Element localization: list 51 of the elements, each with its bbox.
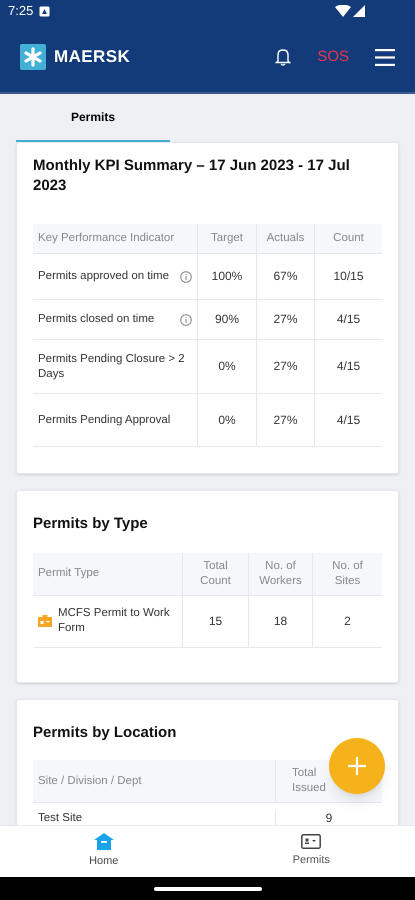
id-card-icon bbox=[301, 834, 322, 850]
home-icon bbox=[94, 833, 114, 850]
home-indicator[interactable] bbox=[154, 886, 262, 890]
info-icon[interactable] bbox=[180, 270, 192, 282]
table-cell: 4/15 bbox=[336, 412, 360, 428]
table-cell: 67% bbox=[273, 269, 298, 284]
table-cell: 4/15 bbox=[336, 312, 360, 327]
column-header: Actuals bbox=[256, 224, 314, 253]
brand-name: MAERSK bbox=[54, 46, 130, 68]
table-cell: 27% bbox=[273, 359, 298, 374]
info-icon[interactable] bbox=[180, 314, 192, 326]
column-header: Key Performance Indicator bbox=[37, 231, 176, 246]
table-cell: 0% bbox=[218, 412, 236, 428]
column-header: Site / Division / Dept bbox=[37, 774, 143, 788]
status-time: 7:25 bbox=[8, 2, 34, 20]
signal-icon bbox=[353, 5, 365, 17]
table-cell-text: MCFS Permit to Work Form bbox=[58, 606, 171, 636]
table-cell-text: Test Site bbox=[38, 811, 84, 825]
table-cell: 0% bbox=[218, 359, 236, 374]
notification-icon bbox=[39, 6, 50, 16]
nav-tab[interactable]: Home bbox=[0, 826, 208, 877]
star-logo-icon bbox=[20, 44, 46, 70]
column-header: Count bbox=[314, 224, 382, 253]
card-title: Permits by Type bbox=[33, 514, 149, 534]
bell-icon[interactable] bbox=[275, 48, 292, 66]
table-cell: 15 bbox=[208, 614, 222, 628]
table-cell-text: Permits approved on time bbox=[38, 269, 170, 284]
table-cell-text: Permits Pending Closure > 2 Days bbox=[38, 352, 186, 382]
nav-tab[interactable]: Permits bbox=[208, 826, 415, 877]
table-cell-text: Permits closed on time bbox=[38, 312, 156, 327]
column-header: Target bbox=[197, 224, 256, 253]
column-header: Permit Type bbox=[37, 566, 100, 581]
table-cell: 27% bbox=[273, 312, 298, 327]
column-header: No. of Sites bbox=[312, 552, 382, 594]
table-cell: 27% bbox=[273, 412, 298, 428]
table-cell: 10/15 bbox=[333, 269, 364, 284]
menu-icon[interactable] bbox=[375, 48, 395, 66]
table-cell: 100% bbox=[212, 269, 242, 284]
table-cell: 2 bbox=[344, 614, 351, 628]
column-header: Total Count bbox=[182, 552, 248, 594]
wifi-icon bbox=[335, 5, 351, 17]
plus-icon bbox=[348, 757, 366, 775]
table-cell: 18 bbox=[274, 614, 288, 628]
card-title: Monthly KPI Summary – 17 Jun 2023 - 17 Jul 2023 bbox=[33, 156, 351, 196]
permit-icon bbox=[38, 615, 52, 627]
column-header: No. of Workers bbox=[248, 552, 312, 594]
table-cell: 90% bbox=[214, 312, 240, 327]
card-title: Permits by Location bbox=[33, 722, 178, 742]
table-cell: 4/15 bbox=[336, 359, 360, 374]
table-cell: 9 bbox=[326, 811, 332, 825]
table-cell-text: Permits Pending Approval bbox=[38, 412, 172, 428]
